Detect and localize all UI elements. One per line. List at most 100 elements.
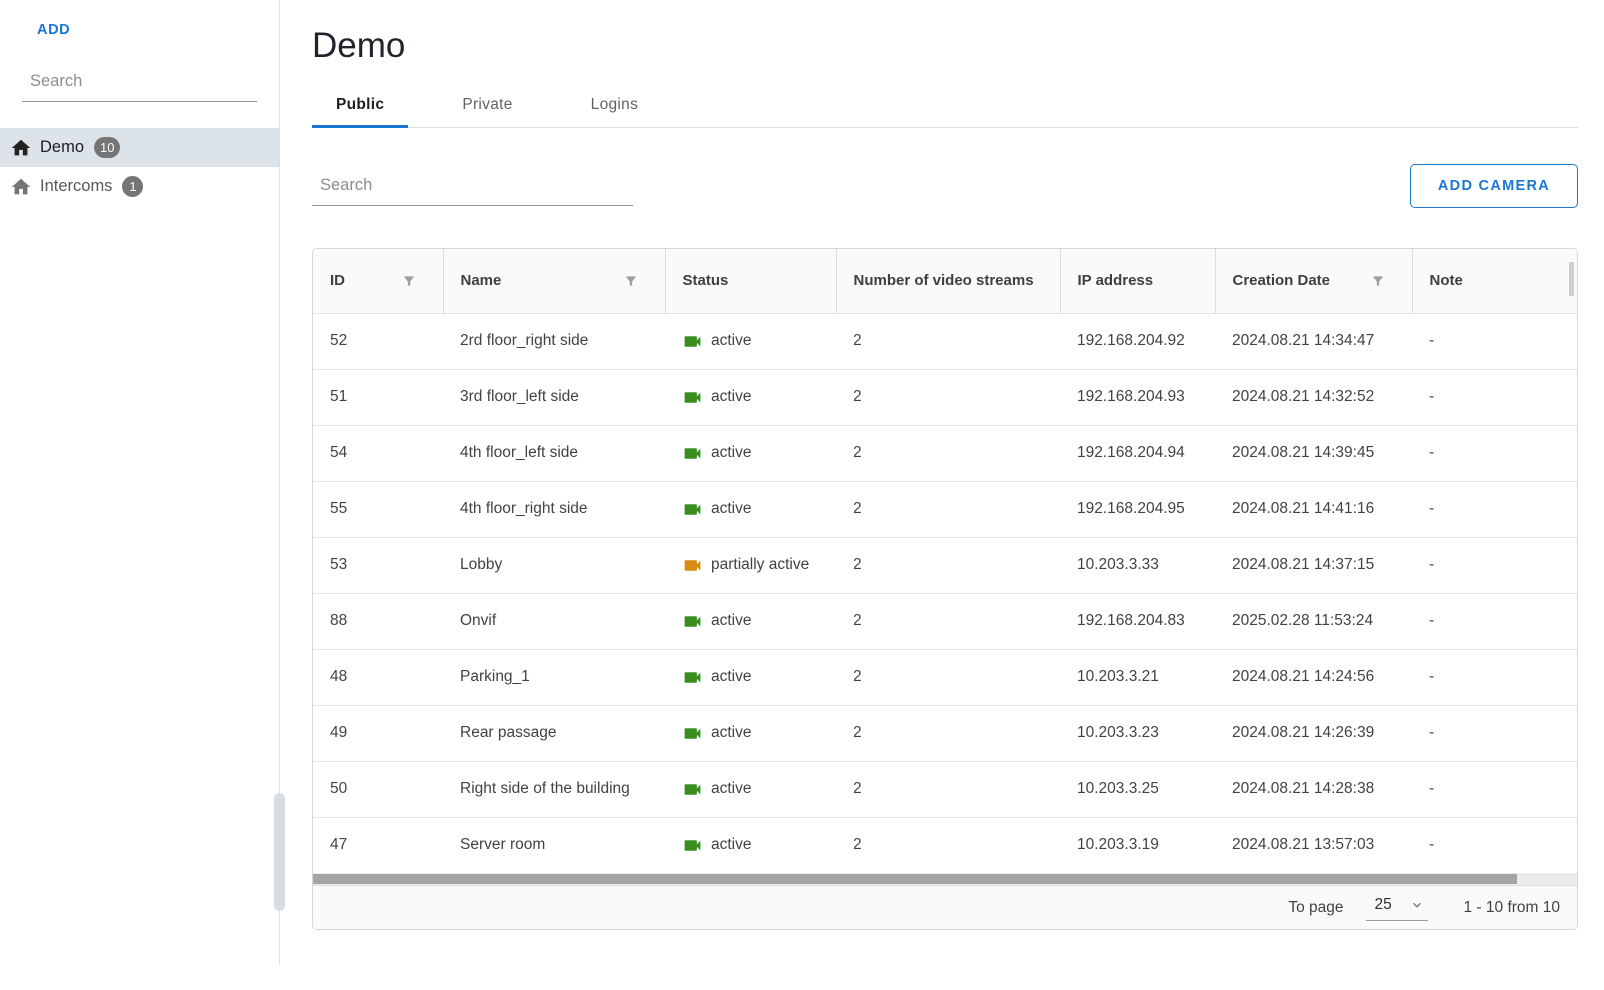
cell-status: active bbox=[665, 761, 836, 817]
app-root: ADD Demo 10 Intercoms 1 Demo bbox=[0, 26, 1604, 930]
cell-created: 2024.08.21 14:26:39 bbox=[1215, 705, 1412, 761]
cell-note: - bbox=[1412, 369, 1577, 425]
camera-groups-list: Demo 10 Intercoms 1 bbox=[0, 128, 279, 206]
sidebar-item-intercoms[interactable]: Intercoms 1 bbox=[0, 167, 279, 206]
filter-icon[interactable] bbox=[1371, 274, 1385, 288]
cell-ip: 192.168.204.83 bbox=[1060, 593, 1215, 649]
add-button[interactable]: ADD bbox=[37, 22, 70, 38]
cell-name: Lobby bbox=[443, 537, 665, 593]
table-row[interactable]: 554th floor_right sideactive2192.168.204… bbox=[313, 481, 1577, 537]
cell-note: - bbox=[1412, 593, 1577, 649]
cell-ip: 10.203.3.19 bbox=[1060, 817, 1215, 873]
sidebar-item-label: Demo bbox=[40, 138, 84, 157]
sidebar-search-input[interactable] bbox=[22, 66, 257, 101]
table-search bbox=[312, 170, 633, 206]
column-label: Number of video streams bbox=[854, 272, 1034, 289]
home-icon bbox=[10, 137, 32, 159]
cell-streams: 2 bbox=[836, 705, 1060, 761]
horizontal-scrollbar[interactable] bbox=[313, 873, 1577, 885]
cell-ip: 10.203.3.25 bbox=[1060, 761, 1215, 817]
filter-icon[interactable] bbox=[402, 274, 416, 288]
table-row[interactable]: 48Parking_1active210.203.3.212024.08.21 … bbox=[313, 649, 1577, 705]
sidebar-item-demo[interactable]: Demo 10 bbox=[0, 128, 279, 167]
column-header-status[interactable]: Status bbox=[665, 249, 836, 313]
column-label: Status bbox=[683, 272, 729, 289]
cell-note: - bbox=[1412, 817, 1577, 873]
cell-status: partially active bbox=[665, 537, 836, 593]
cell-id: 53 bbox=[313, 537, 443, 593]
status-label: active bbox=[711, 500, 752, 518]
cell-note: - bbox=[1412, 649, 1577, 705]
toolbar: ADD CAMERA bbox=[312, 164, 1578, 208]
horizontal-scrollbar-thumb[interactable] bbox=[313, 874, 1517, 884]
sidebar-search bbox=[22, 66, 257, 102]
table-row[interactable]: 513rd floor_left sideactive2192.168.204.… bbox=[313, 369, 1577, 425]
cell-ip: 192.168.204.95 bbox=[1060, 481, 1215, 537]
table-row[interactable]: 49Rear passageactive210.203.3.232024.08.… bbox=[313, 705, 1577, 761]
cell-ip: 192.168.204.93 bbox=[1060, 369, 1215, 425]
cameras-table-card: ID Name Status Number of video streams IP ad… bbox=[312, 248, 1578, 930]
column-header-id[interactable]: ID bbox=[313, 249, 443, 313]
cell-name: 2rd floor_right side bbox=[443, 313, 665, 369]
table-row[interactable]: 47Server roomactive210.203.3.192024.08.2… bbox=[313, 817, 1577, 873]
cell-streams: 2 bbox=[836, 537, 1060, 593]
cell-created: 2024.08.21 13:57:03 bbox=[1215, 817, 1412, 873]
cell-created: 2024.08.21 14:28:38 bbox=[1215, 761, 1412, 817]
page-size-select[interactable]: 25 bbox=[1366, 894, 1428, 921]
cell-id: 88 bbox=[313, 593, 443, 649]
status-label: active bbox=[711, 612, 752, 630]
camera-status-icon bbox=[682, 499, 703, 520]
column-label: IP address bbox=[1078, 272, 1154, 289]
vertical-scrollbar-thumb[interactable] bbox=[1569, 262, 1574, 296]
column-header-number-of-video-streams[interactable]: Number of video streams bbox=[836, 249, 1060, 313]
cell-name: 4th floor_left side bbox=[443, 425, 665, 481]
cell-id: 52 bbox=[313, 313, 443, 369]
camera-status-icon bbox=[682, 555, 703, 576]
table-row[interactable]: 53Lobbypartially active210.203.3.332024.… bbox=[313, 537, 1577, 593]
status-label: active bbox=[711, 724, 752, 742]
cell-ip: 10.203.3.21 bbox=[1060, 649, 1215, 705]
tab-logins[interactable]: Logins bbox=[567, 82, 662, 128]
cell-created: 2024.08.21 14:34:47 bbox=[1215, 313, 1412, 369]
column-header-ip-address[interactable]: IP address bbox=[1060, 249, 1215, 313]
cell-created: 2024.08.21 14:32:52 bbox=[1215, 369, 1412, 425]
cell-name: Server room bbox=[443, 817, 665, 873]
page-size-value: 25 bbox=[1375, 896, 1392, 914]
cell-streams: 2 bbox=[836, 313, 1060, 369]
cell-note: - bbox=[1412, 705, 1577, 761]
cell-streams: 2 bbox=[836, 761, 1060, 817]
tab-bar: Public Private Logins bbox=[312, 82, 1578, 128]
table-footer: To page 25 1 - 10 from 10 bbox=[313, 885, 1577, 929]
table-row[interactable]: 544th floor_left sideactive2192.168.204.… bbox=[313, 425, 1577, 481]
column-header-note[interactable]: Note bbox=[1412, 249, 1577, 313]
status-label: active bbox=[711, 780, 752, 798]
sidebar-resize-handle[interactable] bbox=[274, 793, 285, 911]
home-icon bbox=[10, 176, 32, 198]
table-row[interactable]: 522rd floor_right sideactive2192.168.204… bbox=[313, 313, 1577, 369]
cell-ip: 10.203.3.23 bbox=[1060, 705, 1215, 761]
camera-status-icon bbox=[682, 779, 703, 800]
table-row[interactable]: 50Right side of the buildingactive210.20… bbox=[313, 761, 1577, 817]
cell-created: 2024.08.21 14:41:16 bbox=[1215, 481, 1412, 537]
cell-name: Onvif bbox=[443, 593, 665, 649]
filter-icon[interactable] bbox=[624, 274, 638, 288]
table-search-input[interactable] bbox=[312, 170, 633, 205]
column-label: Name bbox=[461, 272, 502, 289]
cell-name: Parking_1 bbox=[443, 649, 665, 705]
column-header-name[interactable]: Name bbox=[443, 249, 665, 313]
column-header-creation-date[interactable]: Creation Date bbox=[1215, 249, 1412, 313]
cell-id: 50 bbox=[313, 761, 443, 817]
cell-created: 2025.02.28 11:53:24 bbox=[1215, 593, 1412, 649]
cell-streams: 2 bbox=[836, 817, 1060, 873]
sidebar-item-label: Intercoms bbox=[40, 177, 112, 196]
cell-note: - bbox=[1412, 481, 1577, 537]
add-camera-button[interactable]: ADD CAMERA bbox=[1410, 164, 1578, 208]
tab-public[interactable]: Public bbox=[312, 82, 408, 128]
table-row[interactable]: 88Onvifactive2192.168.204.832025.02.28 1… bbox=[313, 593, 1577, 649]
cell-id: 54 bbox=[313, 425, 443, 481]
count-badge: 1 bbox=[122, 176, 143, 197]
status-label: active bbox=[711, 332, 752, 350]
tab-private[interactable]: Private bbox=[438, 82, 536, 128]
cell-name: 3rd floor_left side bbox=[443, 369, 665, 425]
cell-status: active bbox=[665, 313, 836, 369]
